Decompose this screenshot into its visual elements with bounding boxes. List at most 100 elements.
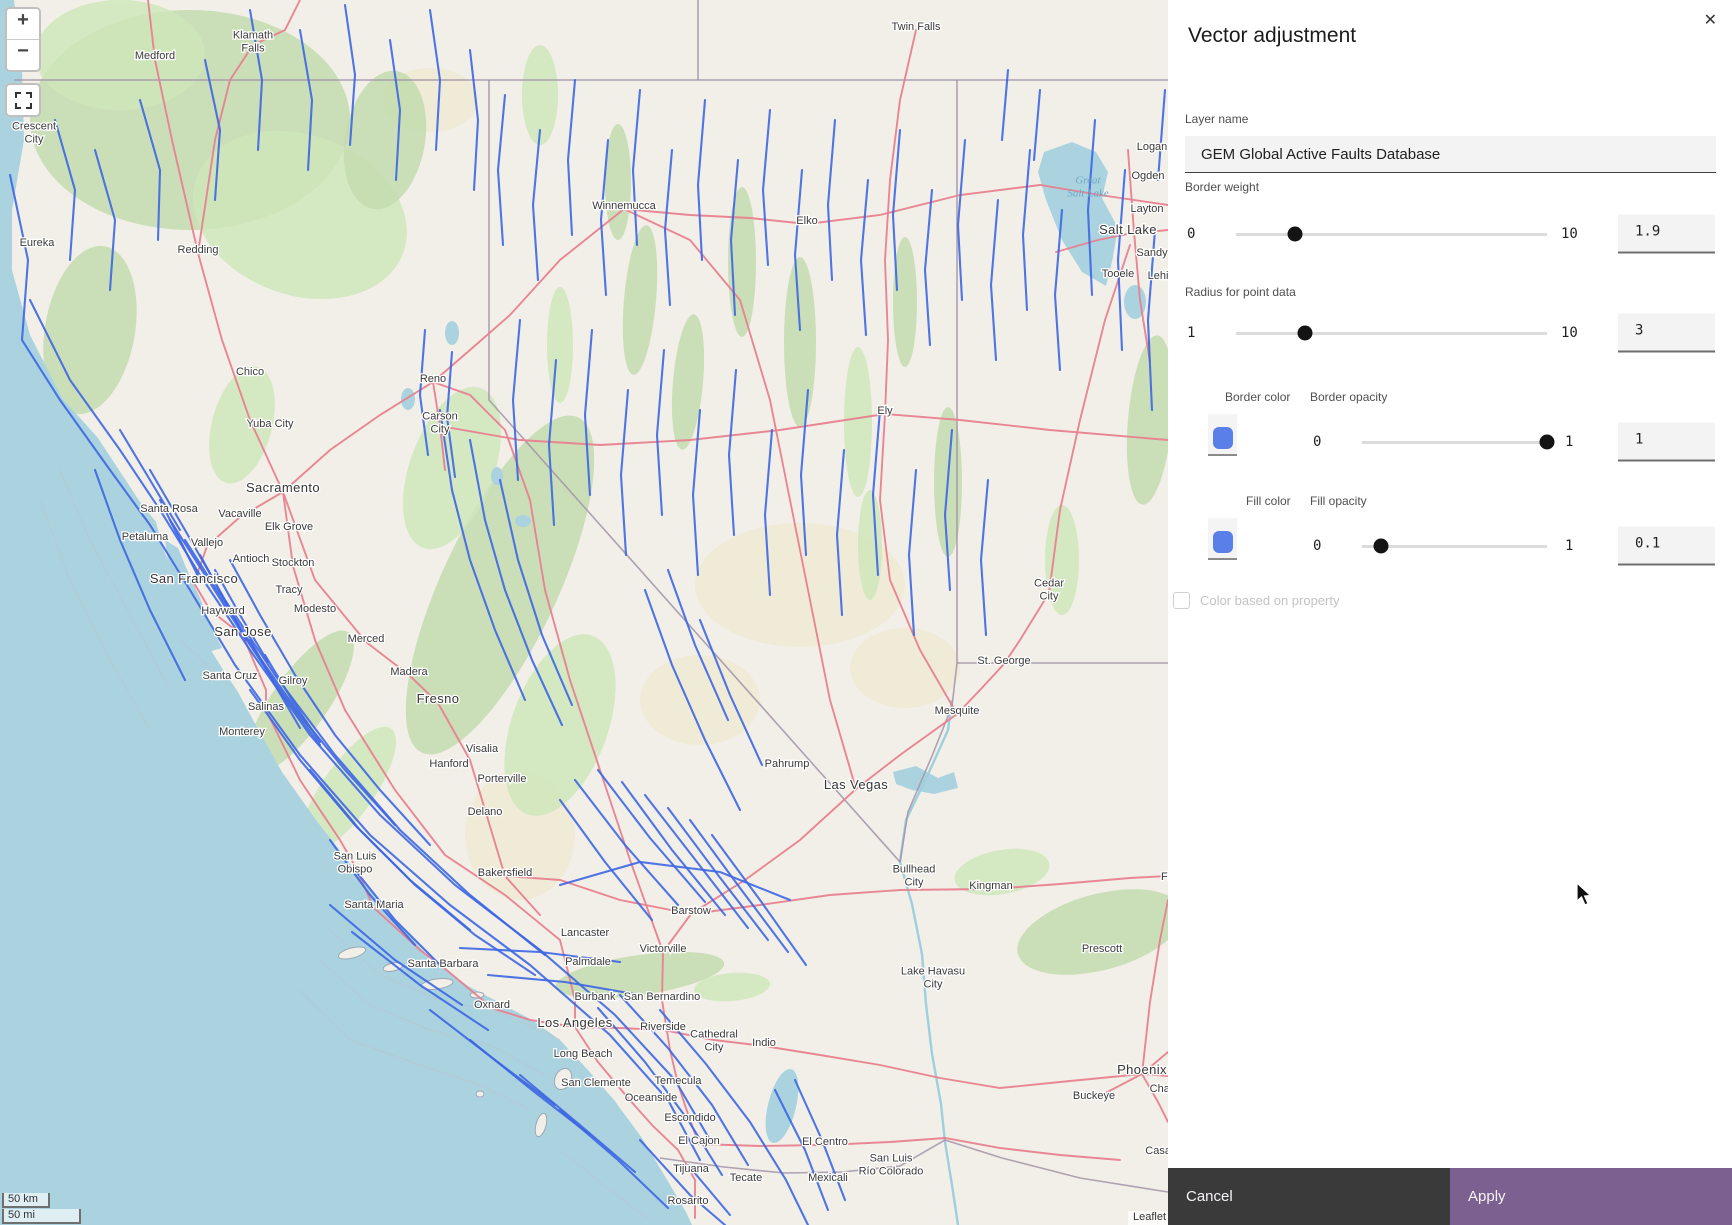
- fill-opacity-min: 0: [1313, 538, 1321, 554]
- zoom-control: + −: [5, 7, 41, 72]
- color-property-label: Color based on property: [1200, 593, 1339, 608]
- city-label: Monterey: [219, 726, 265, 738]
- city-label: Modesto: [294, 603, 336, 615]
- fill-opacity-knob[interactable]: [1373, 539, 1388, 554]
- city-label: Visalia: [466, 743, 499, 755]
- city-label: Twin Falls: [892, 21, 941, 33]
- layer-name-value: GEM Global Active Faults Database: [1185, 136, 1716, 163]
- border-opacity-value[interactable]: 1: [1618, 423, 1715, 462]
- fill-opacity-slider[interactable]: [1362, 545, 1547, 548]
- fill-opacity-max: 1: [1565, 538, 1573, 554]
- fill-opacity-value[interactable]: 0.1: [1618, 527, 1715, 566]
- fullscreen-button[interactable]: [5, 83, 41, 117]
- cancel-button[interactable]: Cancel: [1168, 1168, 1450, 1225]
- lake: [401, 388, 415, 410]
- radius-value[interactable]: 3: [1618, 314, 1715, 353]
- map-canvas[interactable]: Twin FallsMedfordKlamathFallsCrescentCit…: [0, 0, 1168, 1225]
- fill-color-label: Fill color: [1246, 494, 1291, 508]
- radius-max: 10: [1561, 325, 1578, 341]
- city-label: Riverside: [640, 1021, 686, 1033]
- panel-footer: Cancel Apply: [1168, 1168, 1732, 1225]
- city-label: Long Beach: [554, 1048, 613, 1060]
- radius-row: 1 10 3: [1168, 313, 1732, 353]
- city-label: Oceanside: [625, 1092, 678, 1104]
- city-label: Reno: [420, 373, 446, 385]
- city-label: Porterville: [478, 773, 527, 785]
- city-label: Chico: [236, 366, 264, 378]
- city-label: Yuba City: [246, 418, 294, 430]
- border-opacity-slider[interactable]: [1362, 441, 1547, 444]
- border-opacity-knob[interactable]: [1540, 435, 1555, 450]
- city-label: San Jose: [214, 624, 271, 639]
- city-label: Tooele: [1102, 268, 1134, 280]
- city-label: Ely: [877, 405, 893, 417]
- city-label: Madera: [390, 666, 428, 678]
- city-label: El Cajon: [678, 1135, 720, 1147]
- city-label: Eureka: [20, 237, 56, 249]
- border-opacity-label: Border opacity: [1310, 390, 1387, 404]
- radius-slider[interactable]: [1236, 332, 1547, 335]
- border-color-label: Border color: [1225, 390, 1290, 404]
- city-label: Phoenix: [1117, 1062, 1167, 1077]
- city-label: Mesquite: [935, 705, 980, 717]
- fill-opacity-label: Fill opacity: [1310, 494, 1367, 508]
- city-label: Kingman: [969, 880, 1012, 892]
- city-label: Mexicali: [808, 1172, 848, 1184]
- city-label: Pahrump: [765, 758, 810, 770]
- city-label: Petaluma: [122, 531, 169, 543]
- city-label: Buckeye: [1073, 1090, 1115, 1102]
- city-label: Rosarito: [668, 1195, 709, 1207]
- vector-adjustment-panel: Vector adjustment ✕ Layer name GEM Globa…: [1168, 0, 1732, 1225]
- forest-area: [893, 237, 917, 367]
- city-label: Santa Maria: [344, 899, 404, 911]
- city-label: Hayward: [201, 605, 244, 617]
- city-label: San Francisco: [150, 571, 238, 586]
- fullscreen-icon: [15, 92, 32, 109]
- city-label: Merced: [348, 633, 385, 645]
- scale-bar-km: 50 km: [2, 1193, 50, 1208]
- forest-area: [547, 287, 573, 403]
- city-label: Burbank: [575, 991, 616, 1003]
- city-label: Ogden: [1131, 170, 1164, 182]
- city-label: Las Vegas: [824, 777, 888, 792]
- radius-knob[interactable]: [1298, 326, 1313, 341]
- city-label: Victorville: [640, 943, 687, 955]
- border-opacity-min: 0: [1313, 434, 1321, 450]
- radius-min: 1: [1187, 325, 1195, 341]
- city-label: Prescott: [1082, 943, 1122, 955]
- city-label: Santa Cruz: [202, 670, 257, 682]
- border-weight-value[interactable]: 1.9: [1618, 215, 1715, 254]
- city-label: Layton: [1130, 203, 1163, 215]
- city-label: Tecate: [730, 1172, 762, 1184]
- border-opacity-row: 0 1 1: [1168, 422, 1732, 462]
- city-label: Barstow: [671, 905, 711, 917]
- border-weight-knob[interactable]: [1288, 227, 1303, 242]
- city-label: Palmdale: [565, 956, 611, 968]
- city-label: Logan: [1137, 141, 1168, 153]
- close-icon[interactable]: ✕: [1704, 13, 1717, 29]
- zoom-in-button[interactable]: +: [7, 9, 39, 40]
- layer-name-label: Layer name: [1185, 112, 1248, 126]
- city-label: Tracy: [275, 584, 303, 596]
- color-property-row: Color based on property: [1168, 590, 1732, 610]
- lake: [515, 515, 531, 527]
- city-label: Redding: [178, 244, 219, 256]
- city-label: Hanford: [429, 758, 468, 770]
- zoom-out-button[interactable]: −: [7, 40, 39, 70]
- city-label: Salt Lake: [1099, 222, 1157, 237]
- city-label: El Centro: [802, 1136, 848, 1148]
- map-attribution[interactable]: Leaflet: [1128, 1211, 1168, 1225]
- radius-value-text: 3: [1618, 314, 1715, 339]
- city-label: Flagstaff: [1161, 871, 1168, 883]
- city-label: Sandy: [1136, 247, 1168, 259]
- color-property-checkbox[interactable]: [1173, 592, 1190, 609]
- city-label: Temecula: [654, 1075, 702, 1087]
- city-label: Elko: [796, 215, 817, 227]
- map-region[interactable]: Twin FallsMedfordKlamathFallsCrescentCit…: [0, 0, 1168, 1225]
- layer-name-input[interactable]: GEM Global Active Faults Database: [1185, 136, 1716, 173]
- apply-button[interactable]: Apply: [1450, 1168, 1732, 1225]
- city-label: Vallejo: [191, 537, 223, 549]
- city-label: Sacramento: [246, 480, 320, 495]
- border-weight-slider[interactable]: [1236, 233, 1547, 236]
- desert-area: [850, 628, 960, 708]
